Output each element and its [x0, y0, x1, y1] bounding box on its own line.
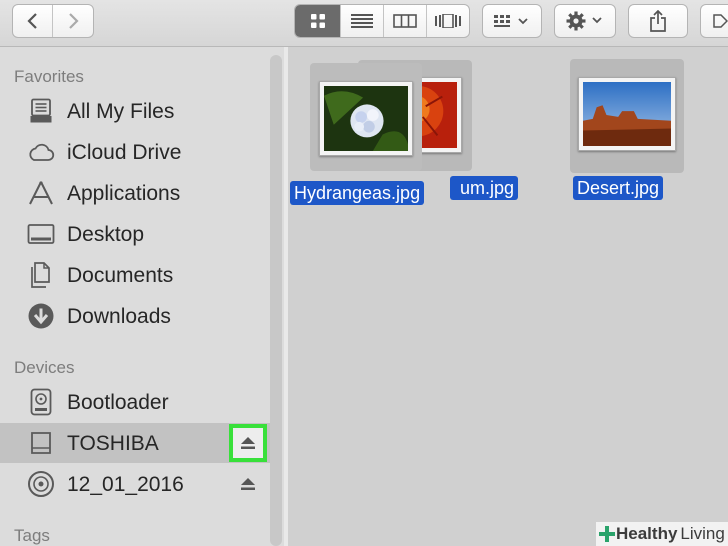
- devices-header: Devices: [14, 358, 75, 377]
- view-mode-buttons: [294, 4, 470, 38]
- watermark-badge: Healthy Living: [596, 522, 728, 546]
- cover-flow-icon: [434, 14, 461, 28]
- desert-thumbnail: [583, 82, 671, 146]
- documents-icon: [26, 261, 56, 289]
- back-icon: [26, 13, 37, 29]
- action-button[interactable]: [554, 4, 616, 38]
- eject-button-toshiba[interactable]: [229, 424, 267, 462]
- watermark-brand-rest: Living: [680, 524, 725, 543]
- forward-button[interactable]: [53, 5, 93, 37]
- eject-icon: [241, 478, 255, 490]
- eject-button-disc[interactable]: [238, 476, 258, 492]
- sidebar-item-all-my-files[interactable]: All My Files: [0, 91, 270, 131]
- file-item-2-label[interactable]: um.jpg: [450, 176, 519, 200]
- sidebar-item-documents[interactable]: Documents: [0, 255, 270, 295]
- file-item-3-label[interactable]: Desert.jpg: [573, 176, 664, 200]
- sidebar-item-label: Bootloader: [67, 391, 169, 414]
- sidebar-item-bootloader[interactable]: Bootloader: [0, 382, 270, 422]
- external-drive-icon: [26, 429, 56, 457]
- sidebar-item-desktop[interactable]: Desktop: [0, 214, 270, 254]
- file-item-3-thumbnail[interactable]: [578, 77, 676, 151]
- sidebar-item-toshiba[interactable]: TOSHIBA: [0, 423, 270, 463]
- sidebar-item-label: Downloads: [67, 305, 171, 328]
- desktop-icon: [26, 220, 56, 248]
- share-button[interactable]: [628, 4, 688, 38]
- sidebar-item-12-01-2016[interactable]: 12_01_2016: [0, 464, 270, 504]
- tags-header: Tags: [14, 526, 50, 545]
- sidebar-item-label: iCloud Drive: [67, 141, 182, 164]
- arrange-button[interactable]: [482, 4, 542, 38]
- forward-icon: [69, 13, 79, 29]
- icon-view-button[interactable]: [295, 5, 342, 37]
- all-files-icon: [26, 97, 56, 125]
- sidebar-item-label: Applications: [67, 182, 181, 205]
- column-view-button[interactable]: [384, 5, 427, 37]
- tag-icon: [713, 14, 728, 28]
- applications-icon: [26, 179, 56, 207]
- nav-buttons: [12, 4, 94, 38]
- sidebar: Favorites All My Files iCloud Drive Appl…: [0, 47, 284, 546]
- file-item-1-thumbnail[interactable]: [319, 81, 413, 156]
- cloud-icon: [26, 138, 56, 166]
- hydrangeas-thumbnail: [324, 86, 408, 151]
- sidebar-item-applications[interactable]: Applications: [0, 173, 270, 213]
- sidebar-item-label: TOSHIBA: [67, 432, 159, 455]
- finder-toolbar: [0, 0, 728, 47]
- file-item-1-label[interactable]: Hydrangeas.jpg: [290, 181, 425, 205]
- sidebar-item-label: All My Files: [67, 100, 175, 123]
- sidebar-item-label: Desktop: [67, 223, 145, 246]
- file-view[interactable]: um.jpg Hydrangeas.jpg Desert.jpg: [288, 47, 728, 546]
- sidebar-item-downloads[interactable]: Downloads: [0, 296, 270, 336]
- tags-toolbar-button[interactable]: [700, 4, 728, 38]
- disc-icon: [26, 470, 56, 498]
- favorites-header: Favorites: [14, 67, 84, 86]
- icon-view-icon: [310, 14, 325, 28]
- gear-icon: [566, 11, 602, 31]
- cover-flow-button[interactable]: [427, 5, 470, 37]
- sidebar-item-icloud-drive[interactable]: iCloud Drive: [0, 132, 270, 172]
- plus-logo-icon: [599, 526, 615, 542]
- sidebar-scrollbar[interactable]: [270, 55, 282, 546]
- list-view-button[interactable]: [341, 5, 384, 37]
- eject-icon: [241, 437, 255, 449]
- sidebar-item-label: 12_01_2016: [67, 473, 184, 496]
- watermark-brand-bold: Healthy: [616, 524, 678, 543]
- sidebar-item-label: Documents: [67, 264, 174, 287]
- list-view-icon: [351, 14, 374, 28]
- back-button[interactable]: [13, 5, 54, 37]
- downloads-icon: [26, 302, 56, 330]
- share-icon: [650, 10, 666, 32]
- arrange-icon: [494, 15, 528, 27]
- column-view-icon: [392, 14, 417, 28]
- disk-icon: [26, 388, 56, 416]
